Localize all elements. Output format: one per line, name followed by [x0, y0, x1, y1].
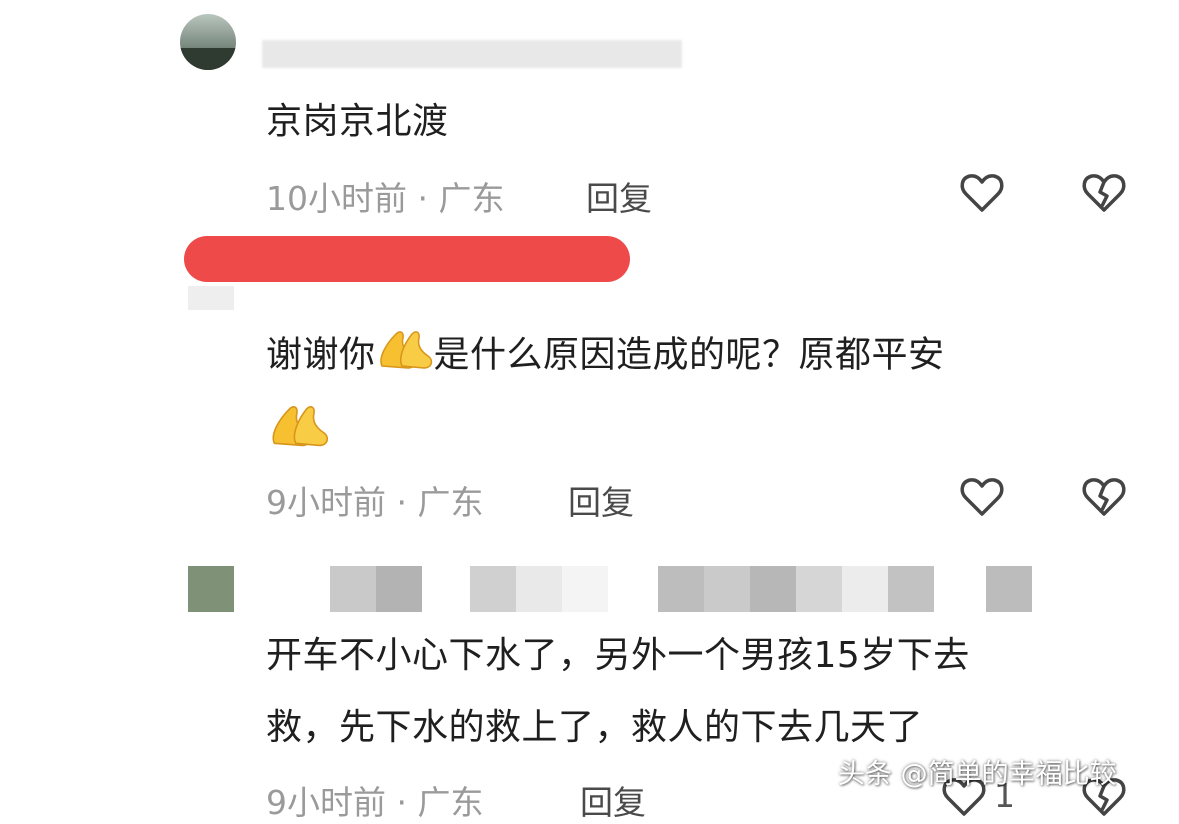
praying-hands-emoji-icon — [268, 396, 330, 454]
dislike-broken-heart-icon[interactable] — [1080, 472, 1128, 520]
username-pixelated — [658, 566, 704, 612]
username-pixelated — [888, 566, 934, 612]
username-pixelated — [796, 566, 842, 612]
username-pixelated — [842, 566, 888, 612]
avatar[interactable] — [180, 14, 236, 70]
comment-text-line: 开车不小心下水了，另外一个男孩15岁下去 — [266, 635, 970, 676]
reply-button[interactable]: 回复 — [580, 776, 646, 824]
avatar[interactable] — [188, 566, 234, 612]
comment-meta: 9小时前 · 广东 — [266, 783, 484, 822]
avatar-blurred — [188, 286, 234, 310]
username-blurred — [262, 40, 682, 68]
username-pixelated — [330, 566, 376, 612]
watermark: 头条 @简单的幸福比较 — [838, 759, 1117, 790]
dislike-broken-heart-icon[interactable] — [1080, 168, 1128, 216]
username-pixelated — [562, 566, 608, 612]
like-heart-icon[interactable] — [958, 168, 1006, 216]
comment-text-line: 救，先下水的救上了，救人的下去几天了 — [266, 707, 924, 748]
comment-text-part: 是什么原因造成的呢？原都平安 — [433, 334, 945, 376]
comment-text: 谢谢你 是什么原因造成的呢？原都平安 — [266, 322, 945, 391]
username-pixelated — [750, 566, 796, 612]
username-pixelated — [376, 566, 422, 612]
username-pixelated — [986, 566, 1032, 612]
comment-meta: 10小时前 · 广东 — [266, 179, 505, 218]
reply-button[interactable]: 回复 — [568, 476, 634, 524]
reply-button[interactable]: 回复 — [586, 172, 652, 220]
praying-hands-emoji-icon — [376, 322, 434, 391]
comment-text: 京岗京北渡 — [266, 101, 449, 142]
comment-meta: 9小时前 · 广东 — [266, 483, 484, 522]
username-pixelated — [470, 566, 516, 612]
like-heart-icon[interactable] — [958, 472, 1006, 520]
comment-text-part: 谢谢你 — [266, 334, 376, 376]
redaction-mark — [184, 236, 630, 282]
username-pixelated — [704, 566, 750, 612]
username-pixelated — [516, 566, 562, 612]
